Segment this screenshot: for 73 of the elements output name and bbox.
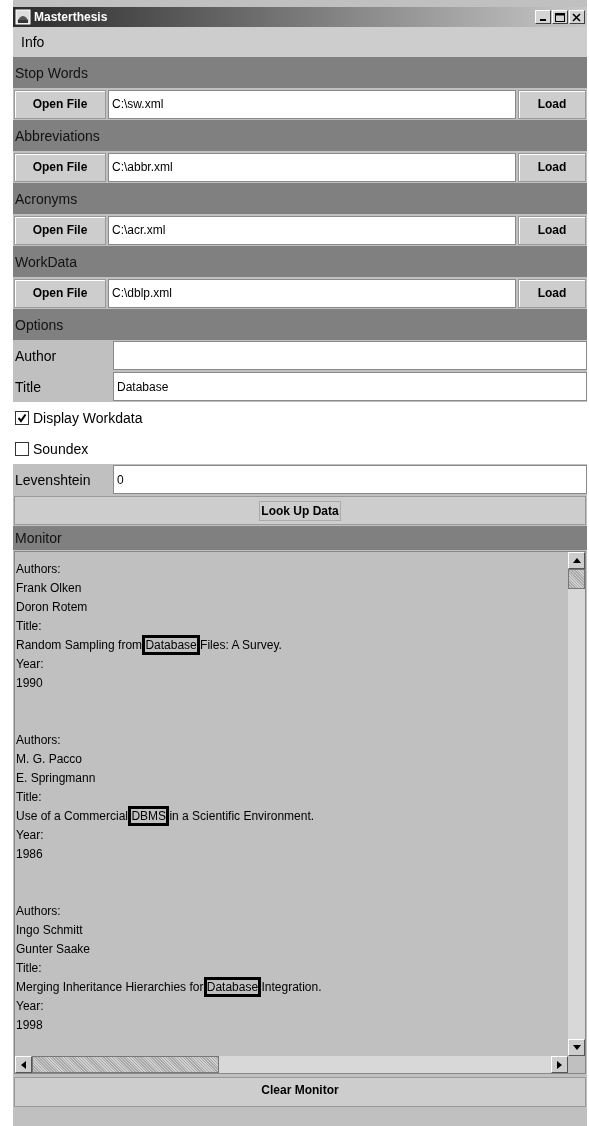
close-icon: [571, 11, 583, 23]
monitor-line: Title:: [16, 618, 43, 635]
scrollbar-thumb[interactable]: [32, 1056, 219, 1073]
monitor-line: Integration.: [260, 980, 322, 994]
maximize-button[interactable]: [552, 10, 568, 24]
checkbox[interactable]: [15, 410, 29, 425]
maximize-icon: [554, 11, 566, 23]
highlighted-match: Database: [145, 638, 197, 652]
window-title: Masterthesis: [34, 10, 109, 24]
checkbox-label: Display Workdata: [33, 409, 143, 426]
app-icon: [15, 9, 31, 25]
scroll-right-button[interactable]: [551, 1056, 568, 1073]
highlighted-match: Database: [206, 980, 259, 994]
path-field[interactable]: C:\dblp.xml: [108, 278, 516, 308]
checkbox-label: Soundex: [33, 440, 89, 457]
monitor-line: M. G. Pacco: [16, 751, 84, 768]
monitor-line: Files: A Survey.: [199, 638, 282, 652]
right-arrow-icon: [557, 1060, 562, 1069]
clear-monitor-button[interactable]: Clear Monitor: [14, 1077, 586, 1107]
monitor-line: Authors:: [16, 732, 62, 749]
close-button[interactable]: [569, 10, 585, 24]
section-header: Monitor: [13, 526, 587, 550]
highlighted-match: DBMS: [131, 809, 167, 823]
monitor-line: Frank Olken: [16, 580, 83, 597]
monitor-line: Year:: [16, 827, 45, 844]
load-button[interactable]: Load: [518, 152, 586, 182]
monitor-line: in a Scientific Environment.: [168, 809, 315, 823]
section-header: Abbreviations: [13, 120, 587, 151]
monitor-line: Authors:: [16, 903, 62, 920]
monitor-line: Random Sampling from: [16, 638, 144, 652]
monitor-line: E. Springmann: [16, 770, 97, 787]
scroll-down-button[interactable]: [568, 1039, 585, 1056]
up-arrow-icon: [572, 558, 581, 563]
left-arrow-icon: [21, 1060, 26, 1069]
monitor-line: Merging Inheritance Hierarchies for: [16, 980, 205, 994]
scrollbar-thumb[interactable]: [568, 569, 585, 589]
minimize-button[interactable]: [535, 10, 551, 24]
monitor-line: Gunter Saake: [16, 941, 92, 958]
path-field[interactable]: C:\sw.xml: [108, 89, 516, 119]
monitor-line: Ingo Schmitt: [16, 922, 84, 939]
section-header: WorkData: [13, 246, 587, 277]
monitor-line: Doron Rotem: [16, 599, 89, 616]
text-field[interactable]: 0: [113, 465, 587, 494]
down-arrow-icon: [572, 1045, 581, 1050]
monitor-line: 1986: [16, 846, 44, 863]
look-up-button[interactable]: Look Up Data: [14, 496, 586, 525]
monitor-line: Title:: [16, 789, 43, 806]
monitor-line: Authors:: [16, 561, 62, 578]
open-file-button[interactable]: Open File: [14, 215, 106, 245]
open-file-button[interactable]: Open File: [14, 152, 106, 182]
path-field[interactable]: C:\acr.xml: [108, 215, 516, 245]
monitor-line: Year:: [16, 656, 45, 673]
text-field[interactable]: [113, 341, 587, 370]
open-file-button[interactable]: Open File: [14, 278, 106, 308]
open-file-button[interactable]: Open File: [14, 89, 106, 119]
load-button[interactable]: Load: [518, 215, 586, 245]
text-field[interactable]: Database: [113, 372, 587, 401]
scroll-up-button[interactable]: [568, 552, 585, 569]
load-button[interactable]: Load: [518, 278, 586, 308]
section-header: Stop Words: [13, 57, 587, 88]
minimize-icon: [540, 19, 546, 21]
section-header: Options: [13, 309, 587, 340]
monitor-line: 1990: [16, 675, 44, 692]
monitor-line: Title:: [16, 960, 43, 977]
load-button[interactable]: Load: [518, 89, 586, 119]
section-header: Acronyms: [13, 183, 587, 214]
monitor-line: Year:: [16, 998, 45, 1015]
path-field[interactable]: C:\abbr.xml: [108, 152, 516, 182]
monitor-line: 1998: [16, 1017, 44, 1034]
menu-item[interactable]: Info: [19, 34, 47, 50]
scroll-left-button[interactable]: [15, 1056, 32, 1073]
monitor-line: Use of a Commercial: [16, 809, 130, 823]
checkbox[interactable]: [15, 441, 29, 456]
